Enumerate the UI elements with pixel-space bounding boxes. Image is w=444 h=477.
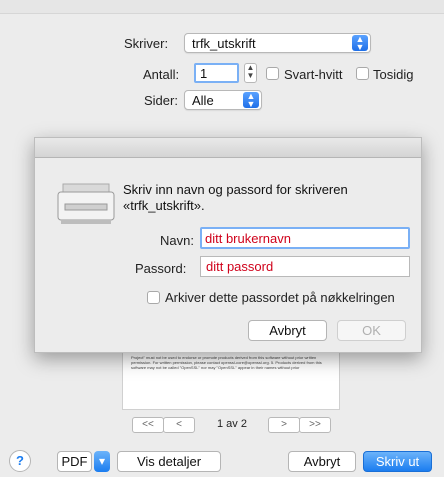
chevron-down-icon: ▾: [98, 454, 106, 468]
popup-chevron-icon: ▲ ▼: [243, 92, 259, 109]
printer-icon: [57, 183, 115, 224]
auth-sheet: Skriv inn navn og passord for skriveren …: [34, 137, 422, 353]
name-field[interactable]: ditt brukernavn: [200, 227, 410, 249]
first-page-label: <<: [142, 419, 154, 430]
copies-field[interactable]: 1: [194, 63, 239, 83]
pdf-menu-button[interactable]: ▾: [94, 451, 110, 472]
preview-text: Project" must not be used to endorse or …: [131, 355, 322, 370]
printer-popup[interactable]: trfk_utskrift ▲ ▼: [184, 33, 371, 53]
auth-message: Skriv inn navn og passord for skriveren …: [123, 182, 348, 213]
show-details-label: Vis detaljer: [136, 454, 202, 469]
password-value: ditt passord: [206, 259, 274, 274]
copies-stepper[interactable]: ▲ ▼: [244, 63, 257, 83]
prev-page-button[interactable]: <: [163, 417, 195, 433]
twosided-checkbox[interactable]: [356, 67, 369, 80]
prev-page-label: <: [176, 419, 182, 430]
show-details-button[interactable]: Vis detaljer: [117, 451, 221, 472]
first-page-button[interactable]: <<: [132, 417, 164, 433]
cancel-print-label: Avbryt: [303, 454, 341, 469]
bw-checkbox[interactable]: [266, 67, 279, 80]
bw-label: Svart-hvitt: [284, 67, 343, 82]
cancel-print-button[interactable]: Avbryt: [288, 451, 356, 472]
pages-popup[interactable]: Alle ▲ ▼: [184, 90, 262, 110]
next-page-button[interactable]: >: [268, 417, 300, 433]
pdf-label: PDF: [61, 454, 88, 469]
title-strip: [0, 0, 444, 14]
last-page-label: >>: [309, 419, 321, 430]
auth-ok-button[interactable]: OK: [337, 320, 406, 341]
name-value: ditt brukernavn: [205, 231, 291, 246]
auth-ok-label: OK: [362, 323, 381, 338]
remember-checkbox[interactable]: [147, 291, 160, 304]
pdf-button[interactable]: PDF: [57, 451, 92, 472]
copies-label: Antall:: [143, 67, 180, 82]
help-button[interactable]: ?: [9, 450, 31, 472]
popup-chevron-icon: ▲ ▼: [352, 35, 368, 52]
auth-cancel-button[interactable]: Avbryt: [248, 320, 327, 341]
page-indicator: 1 av 2: [217, 418, 247, 430]
sheet-titlebar: [35, 138, 421, 158]
twosided-label: Tosidig: [373, 67, 414, 82]
name-label: Navn:: [160, 233, 194, 248]
printer-label: Skriver:: [124, 36, 169, 51]
password-label: Passord:: [135, 261, 187, 276]
remember-label: Arkiver dette passordet på nøkkelringen: [165, 290, 395, 305]
auth-cancel-label: Avbryt: [269, 323, 306, 338]
copies-value: 1: [200, 66, 208, 81]
password-field[interactable]: ditt passord: [200, 256, 410, 277]
print-label: Skriv ut: [375, 454, 420, 469]
print-button[interactable]: Skriv ut: [363, 451, 432, 472]
print-dialog: Skriver: trfk_utskrift ▲ ▼ Antall: 1 ▲ ▼ S…: [0, 0, 444, 477]
pages-label: Sider:: [144, 93, 178, 108]
last-page-button[interactable]: >>: [299, 417, 331, 433]
help-icon: ?: [16, 453, 24, 468]
next-page-label: >: [281, 419, 287, 430]
printer-value: trfk_utskrift: [192, 36, 256, 51]
pages-value: Alle: [192, 93, 214, 108]
page-preview: Project" must not be used to endorse or …: [122, 352, 340, 410]
